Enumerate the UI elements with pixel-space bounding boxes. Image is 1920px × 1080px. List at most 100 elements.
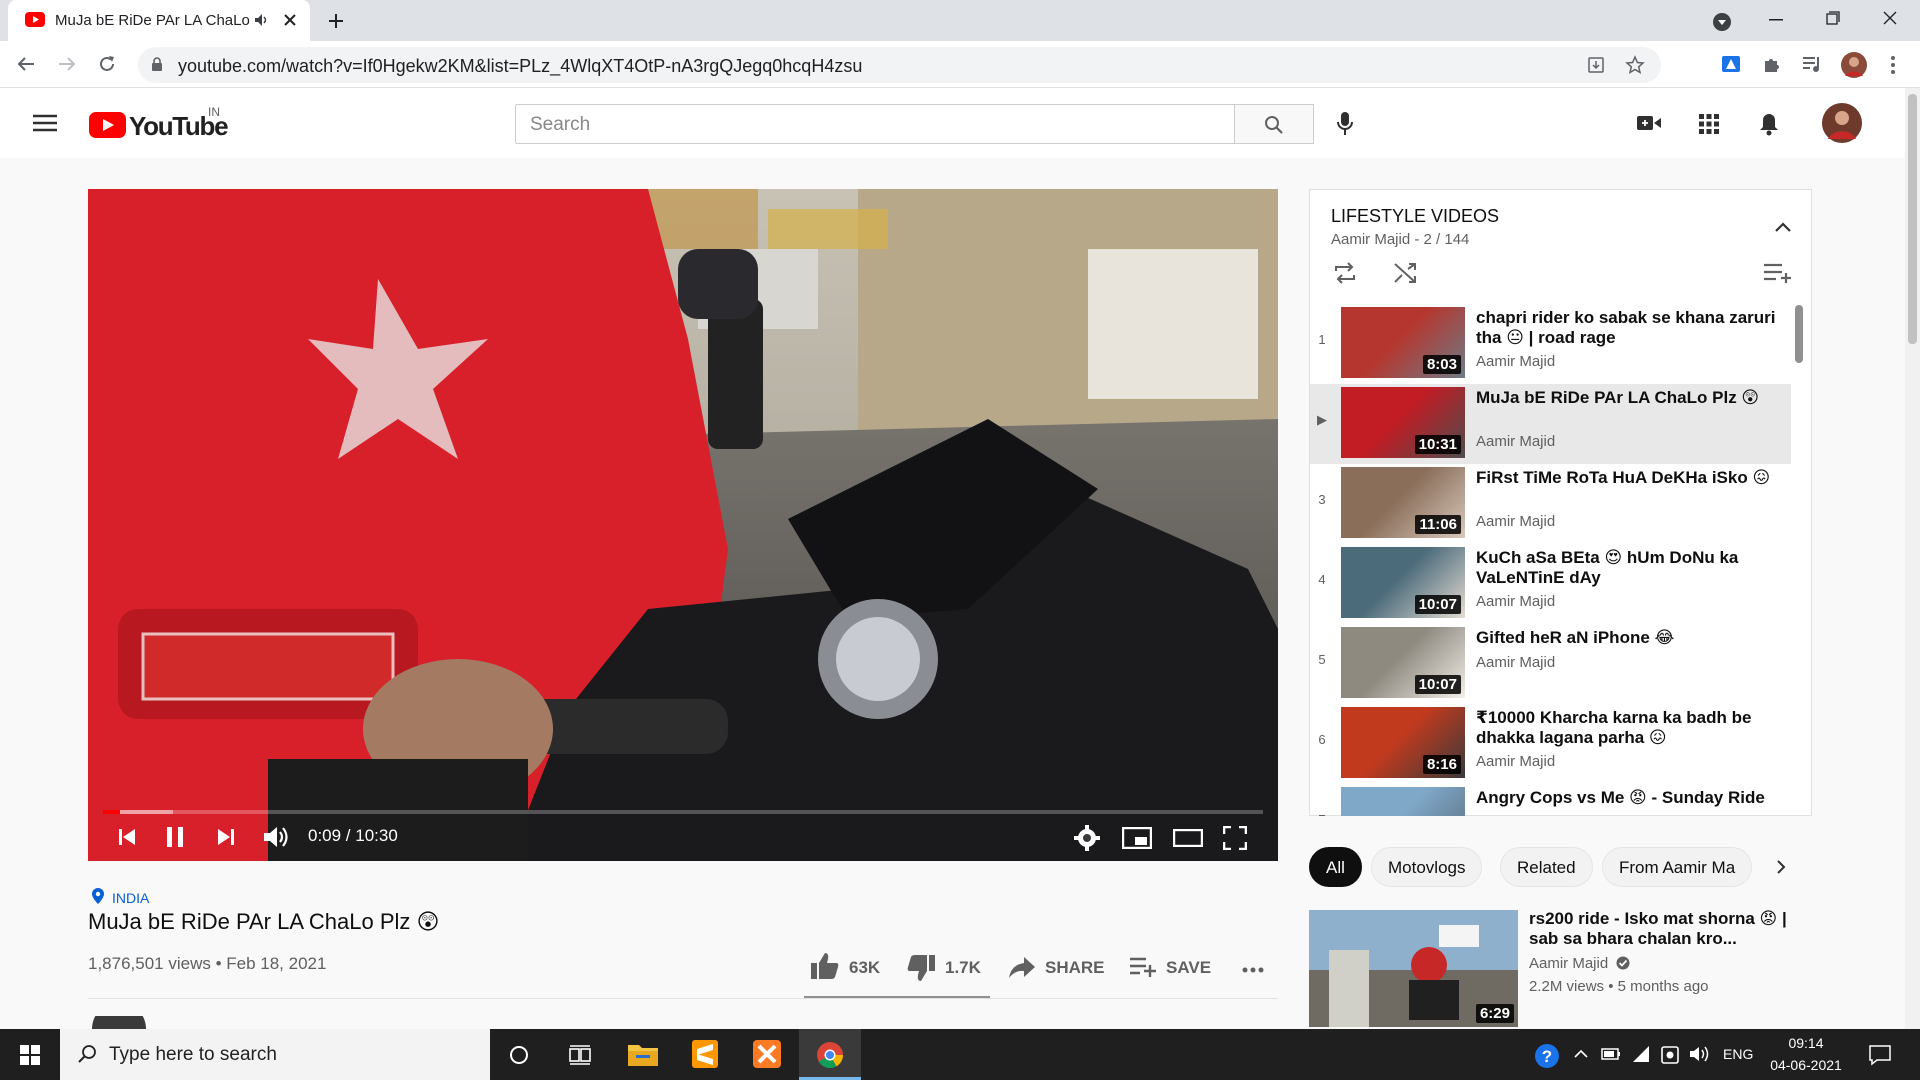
task-view-icon[interactable] bbox=[569, 1045, 591, 1065]
apps-grid-icon[interactable] bbox=[1699, 114, 1719, 134]
playlist-item-channel[interactable]: Aamir Majid bbox=[1476, 654, 1555, 671]
playlist-item-title[interactable]: ₹10000 Kharcha karna ka badh be dhakka l… bbox=[1476, 708, 1776, 748]
reload-icon[interactable] bbox=[98, 55, 116, 73]
collapse-chevron-icon[interactable] bbox=[1775, 222, 1791, 232]
next-icon[interactable] bbox=[217, 827, 235, 847]
address-bar[interactable]: youtube.com/watch?v=If0Hgekw2KM&list=PLz… bbox=[138, 47, 1661, 83]
related-video-thumbnail[interactable]: 6:29 bbox=[1309, 910, 1518, 1027]
tab-close-icon[interactable] bbox=[283, 13, 297, 27]
playlist-item[interactable]: ▶ 10:31 MuJa bE RiDe PAr LA ChaLo Plz 😲 Aam… bbox=[1310, 384, 1791, 464]
tray-chevron-up-icon[interactable] bbox=[1574, 1049, 1588, 1059]
miniplayer-icon[interactable] bbox=[1122, 827, 1152, 849]
playlist-item-channel[interactable]: Aamir Majid bbox=[1476, 513, 1555, 530]
pause-icon[interactable] bbox=[166, 826, 184, 848]
playlist-item[interactable]: 4 10:07 KuCh aSa BEta 😍 hUm DoNu ka VaLeNT… bbox=[1310, 544, 1791, 624]
playlist-item[interactable]: 1 8:03 chapri rider ko sabak se khana zaru… bbox=[1310, 304, 1791, 384]
taskbar-chrome-active[interactable] bbox=[799, 1029, 861, 1080]
chip-motovlogs[interactable]: Motovlogs bbox=[1371, 847, 1483, 887]
related-video-title[interactable]: rs200 ride - Isko mat shorna 😡 | sab sa … bbox=[1529, 909, 1789, 949]
new-tab-icon[interactable] bbox=[327, 12, 345, 30]
tray-device-icon[interactable] bbox=[1660, 1045, 1680, 1065]
playlist-item[interactable]: 7 Angry Cops vs Me 😡 - Sunday Ride bbox=[1310, 784, 1791, 816]
playlist-item[interactable]: 3 11:06 FiRst TiMe RoTa HuA DeKHa iSko 😖 Aa… bbox=[1310, 464, 1791, 544]
hamburger-menu-icon[interactable] bbox=[33, 114, 57, 132]
shuffle-icon[interactable] bbox=[1393, 262, 1417, 284]
playlist-item-title[interactable]: MuJa bE RiDe PAr LA ChaLo Plz 😲 bbox=[1476, 388, 1776, 408]
search-button[interactable] bbox=[1234, 104, 1314, 144]
playlist-item-channel[interactable]: Aamir Majid bbox=[1476, 593, 1555, 610]
chip-all[interactable]: All bbox=[1309, 847, 1362, 887]
playlist-item-thumbnail[interactable]: 11:06 bbox=[1341, 467, 1465, 538]
more-actions-icon[interactable] bbox=[1242, 967, 1264, 973]
playlist-item-thumbnail[interactable]: 10:31 bbox=[1341, 387, 1465, 458]
playlist-item-title[interactable]: FiRst TiMe RoTa HuA DeKHa iSko 😖 bbox=[1476, 468, 1776, 488]
media-control-icon[interactable] bbox=[1802, 55, 1822, 73]
profile-avatar-icon[interactable] bbox=[1841, 52, 1867, 78]
video-player[interactable]: 0:09 / 10:30 bbox=[88, 189, 1278, 861]
extension-icon[interactable] bbox=[1720, 53, 1742, 75]
page-scrollbar[interactable] bbox=[1905, 88, 1920, 1029]
playlist-item-thumbnail[interactable]: 8:16 bbox=[1341, 707, 1465, 778]
theater-mode-icon[interactable] bbox=[1173, 829, 1203, 847]
youtube-logo[interactable]: YouTube IN bbox=[89, 105, 239, 141]
playlist-item-thumbnail[interactable] bbox=[1341, 787, 1465, 816]
video-location-link[interactable]: INDIA bbox=[112, 890, 149, 906]
chip-from[interactable]: From Aamir Ma bbox=[1602, 847, 1752, 887]
playlist-item-channel[interactable]: Aamir Majid bbox=[1476, 353, 1555, 370]
xampp-icon[interactable] bbox=[753, 1040, 781, 1068]
save-playlist-icon[interactable] bbox=[1764, 263, 1792, 283]
chip-related[interactable]: Related bbox=[1500, 847, 1593, 887]
playlist-item-channel[interactable]: Aamir Majid bbox=[1476, 433, 1555, 450]
volume-icon[interactable] bbox=[263, 825, 291, 849]
notifications-bell-icon[interactable] bbox=[1759, 112, 1779, 136]
playlist-item-thumbnail[interactable]: 8:03 bbox=[1341, 307, 1465, 378]
playlist-item[interactable]: 6 8:16 ₹10000 Kharcha karna ka badh be dha… bbox=[1310, 704, 1791, 784]
account-avatar-icon[interactable] bbox=[1822, 103, 1862, 143]
network-icon[interactable] bbox=[1631, 1045, 1651, 1063]
cortana-icon[interactable] bbox=[509, 1045, 529, 1065]
keyboard-language[interactable]: ENG bbox=[1723, 1046, 1753, 1062]
minimize-icon[interactable] bbox=[1769, 19, 1783, 21]
playlist-item-title[interactable]: Gifted heR aN iPhone 😂 bbox=[1476, 628, 1776, 648]
sublime-text-icon[interactable] bbox=[692, 1040, 718, 1068]
previous-icon[interactable] bbox=[118, 827, 136, 847]
related-channel-name[interactable]: Aamir Majid bbox=[1529, 955, 1630, 972]
channel-avatar-icon[interactable] bbox=[92, 1016, 146, 1029]
playlist-item[interactable]: 5 10:07 Gifted heR aN iPhone 😂 Aamir Majid bbox=[1310, 624, 1791, 704]
back-icon[interactable] bbox=[17, 56, 35, 72]
browser-tab[interactable]: MuJa bE RiDe PAr LA ChaLo bbox=[8, 0, 310, 41]
playlist-item-title[interactable]: KuCh aSa BEta 😍 hUm DoNu ka VaLeNTinE dA… bbox=[1476, 548, 1776, 588]
taskbar-search-box[interactable]: Type here to search bbox=[60, 1029, 490, 1080]
tab-audio-icon[interactable] bbox=[254, 13, 270, 27]
progress-bar[interactable] bbox=[103, 810, 1263, 814]
bookmark-star-icon[interactable] bbox=[1625, 55, 1645, 75]
playlist-item-title[interactable]: Angry Cops vs Me 😡 - Sunday Ride bbox=[1476, 788, 1776, 808]
install-app-icon[interactable] bbox=[1587, 56, 1605, 74]
playlist-item-thumbnail[interactable]: 10:07 bbox=[1341, 547, 1465, 618]
playlist-item-title[interactable]: chapri rider ko sabak se khana zaruri th… bbox=[1476, 308, 1776, 348]
page-scrollbar-thumb[interactable] bbox=[1908, 94, 1917, 344]
search-input[interactable]: Search bbox=[515, 104, 1235, 144]
windows-start-icon[interactable] bbox=[20, 1045, 40, 1065]
restore-icon[interactable] bbox=[1826, 11, 1840, 25]
playlist-title[interactable]: LIFESTYLE VIDEOS bbox=[1331, 206, 1499, 227]
loop-icon[interactable] bbox=[1333, 262, 1357, 284]
playlist-item-thumbnail[interactable]: 10:07 bbox=[1341, 627, 1465, 698]
forward-icon[interactable] bbox=[58, 56, 76, 72]
extensions-puzzle-icon[interactable] bbox=[1762, 54, 1782, 74]
battery-icon[interactable] bbox=[1601, 1047, 1621, 1061]
taskbar-clock[interactable]: 09:14 04-06-2021 bbox=[1766, 1029, 1846, 1080]
window-close-icon[interactable] bbox=[1883, 11, 1897, 25]
playlist-item-channel[interactable]: Aamir Majid bbox=[1476, 753, 1555, 770]
lock-icon[interactable] bbox=[151, 57, 163, 72]
chips-next-chevron-icon[interactable] bbox=[1776, 860, 1786, 874]
action-center-icon[interactable] bbox=[1869, 1044, 1891, 1066]
speaker-icon[interactable] bbox=[1689, 1045, 1711, 1063]
playlist-scrollbar[interactable] bbox=[1795, 305, 1803, 363]
fullscreen-icon[interactable] bbox=[1223, 826, 1247, 850]
create-video-icon[interactable] bbox=[1637, 115, 1661, 131]
tab-search-icon[interactable] bbox=[1712, 12, 1732, 32]
microphone-icon[interactable] bbox=[1336, 111, 1354, 137]
browser-menu-icon[interactable] bbox=[1890, 55, 1896, 75]
settings-gear-icon[interactable] bbox=[1074, 825, 1100, 851]
